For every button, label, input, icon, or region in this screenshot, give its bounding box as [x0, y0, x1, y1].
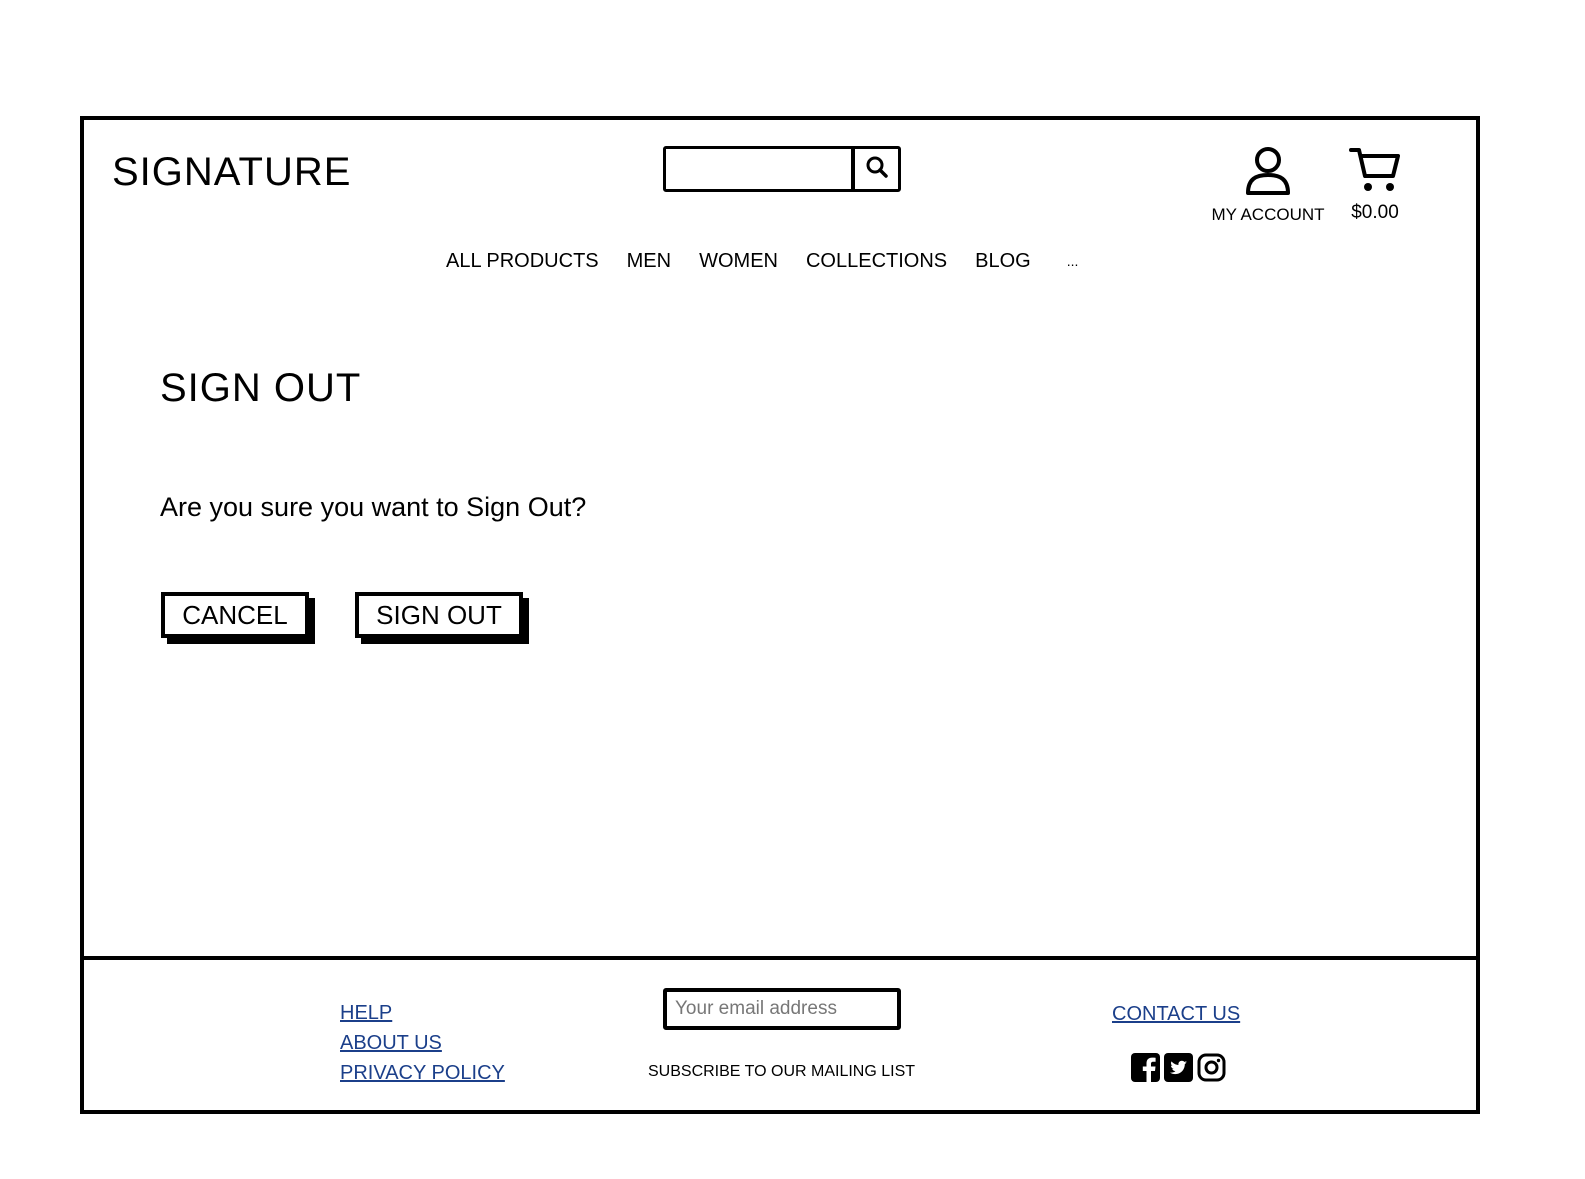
search-input[interactable]: [666, 149, 852, 189]
cart-icon: [1349, 148, 1401, 198]
search-icon: [865, 155, 889, 184]
cart-link[interactable]: $0.00: [1335, 146, 1415, 223]
nav-item-more[interactable]: ...: [1067, 248, 1079, 274]
email-field[interactable]: [667, 992, 897, 1026]
my-account-link[interactable]: MY ACCOUNT: [1208, 146, 1328, 225]
nav-item-collections[interactable]: COLLECTIONS: [806, 248, 947, 274]
cart-total: $0.00: [1351, 202, 1399, 223]
sign-out-button[interactable]: SIGN OUT: [355, 592, 523, 638]
facebook-icon[interactable]: [1131, 1053, 1160, 1082]
nav-item-blog[interactable]: BLOG: [975, 248, 1031, 274]
footer-links: HELP ABOUT US PRIVACY POLICY: [340, 998, 505, 1088]
search-bar: [663, 146, 901, 192]
main-nav: ALL PRODUCTS MEN WOMEN COLLECTIONS BLOG …: [446, 248, 1106, 274]
social-links: [1131, 1053, 1226, 1082]
cancel-button[interactable]: CANCEL: [161, 592, 309, 638]
footer-link-about-us[interactable]: ABOUT US: [340, 1028, 505, 1058]
email-field-wrapper: [663, 988, 901, 1030]
confirm-question: Are you sure you want to Sign Out?: [160, 492, 587, 522]
my-account-label: MY ACCOUNT: [1211, 205, 1325, 224]
nav-item-women[interactable]: WOMEN: [699, 248, 778, 274]
twitter-icon[interactable]: [1164, 1053, 1193, 1082]
search-button[interactable]: [851, 149, 898, 189]
page-title: SIGN OUT: [160, 366, 362, 410]
brand-logo[interactable]: SIGNATURE: [112, 148, 351, 196]
user-icon: [1244, 147, 1292, 200]
footer-link-privacy-policy[interactable]: PRIVACY POLICY: [340, 1058, 505, 1088]
page-frame: [80, 116, 1480, 956]
footer-link-help[interactable]: HELP: [340, 998, 505, 1028]
footer-frame: [80, 956, 1480, 1114]
instagram-icon[interactable]: [1197, 1053, 1226, 1082]
nav-item-men[interactable]: MEN: [627, 248, 671, 274]
nav-item-all-products[interactable]: ALL PRODUCTS: [446, 248, 599, 274]
subscribe-label: SUBSCRIBE TO OUR MAILING LIST: [648, 1063, 916, 1080]
contact-us-link[interactable]: CONTACT US: [1112, 1001, 1240, 1027]
